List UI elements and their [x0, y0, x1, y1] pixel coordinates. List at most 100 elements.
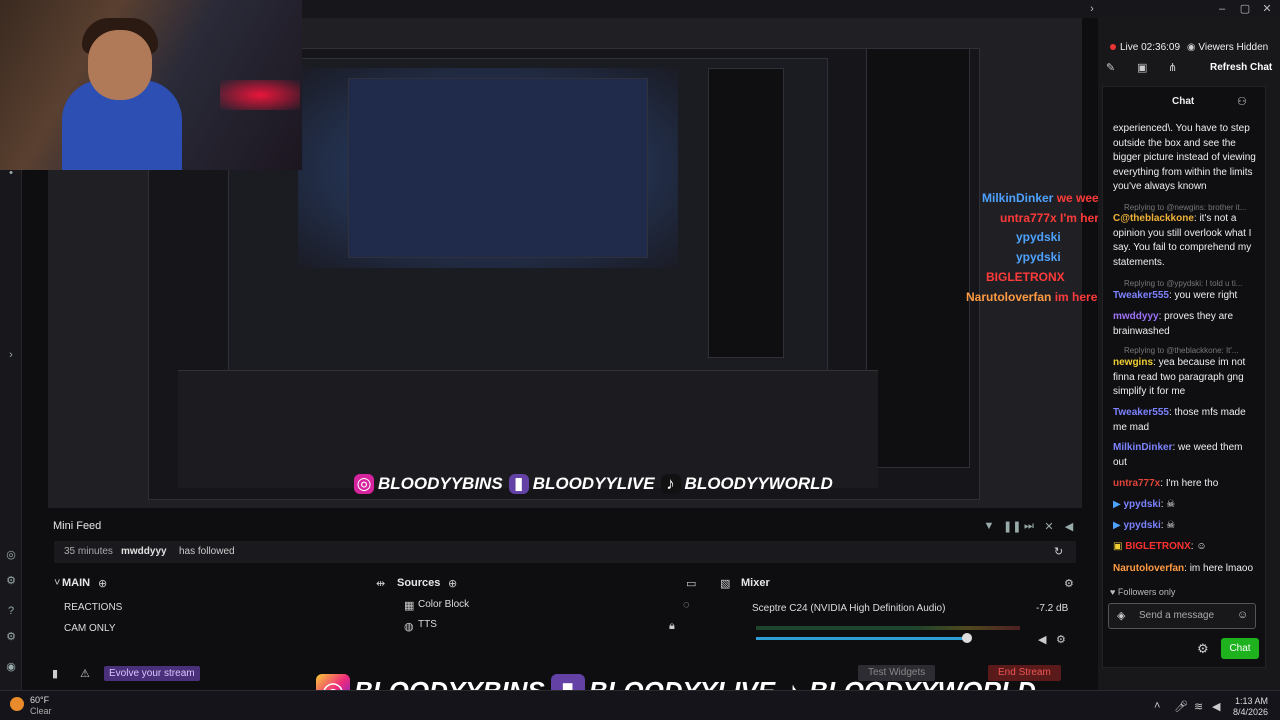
- refresh-chat-button[interactable]: Refresh Chat: [1210, 62, 1272, 73]
- add-source-icon[interactable]: ⊕: [448, 577, 457, 590]
- help-icon[interactable]: ?: [4, 604, 18, 618]
- mixer-title: Mixer: [741, 577, 770, 589]
- sun-icon: [10, 697, 24, 711]
- badge-icon: ▶: [1113, 520, 1121, 531]
- overlay-chat-line: ypydski: [1016, 230, 1061, 244]
- overlay-chat-line: ypydski: [1016, 250, 1061, 264]
- volume-icon[interactable]: ◀: [1212, 700, 1220, 713]
- split-icon[interactable]: ⇹: [376, 577, 385, 590]
- scene-item[interactable]: CAM ONLY: [54, 619, 384, 639]
- emote-picker-icon[interactable]: ☺: [1237, 609, 1248, 621]
- minifeed-event[interactable]: 35 minutes mwddyyy has followed ↻: [54, 541, 1076, 563]
- stats-icon[interactable]: ▮: [52, 667, 58, 680]
- chevron-down-icon[interactable]: ˅: [54, 577, 60, 589]
- chat-message: C@theblackkone: it's not a opinion you s…: [1113, 213, 1252, 268]
- alert-icon[interactable]: ⚠: [80, 667, 90, 680]
- lock-icon[interactable]: 🔒︎: [669, 620, 675, 633]
- chat-message: untra777x: I'm here tho: [1113, 478, 1219, 489]
- profile-icon[interactable]: ◉: [4, 660, 18, 674]
- message-user[interactable]: mwddyyy: [1113, 311, 1159, 322]
- visibility-icon[interactable]: ◌: [683, 599, 690, 611]
- chat-message: mwddyyy: proves they are brainwashed: [1113, 311, 1234, 337]
- source-item[interactable]: TTS: [396, 615, 686, 635]
- settings-icon[interactable]: ⚙: [4, 630, 18, 644]
- message-user[interactable]: ypydski: [1123, 520, 1160, 531]
- heart-icon: ♥: [1110, 587, 1116, 597]
- edit-icon[interactable]: ✎: [1106, 61, 1115, 74]
- chat-message: newgins: yea because im not finna read t…: [1113, 357, 1246, 397]
- mixer-db: -7.2 dB: [1036, 603, 1069, 614]
- message-user[interactable]: newgins: [1113, 357, 1153, 368]
- minifeed-title: Mini Feed: [53, 520, 102, 532]
- system-clock[interactable]: 1:13 AM 8/4/2026: [1233, 696, 1268, 718]
- gear-icon[interactable]: ⚙: [1197, 641, 1209, 657]
- message-text: experienced\. You have to step outside t…: [1113, 123, 1256, 192]
- nested-preview-3: [348, 78, 648, 258]
- reply-context: Replying to @theblackkone: It'...: [1124, 346, 1239, 355]
- themes-icon[interactable]: ⚙: [4, 574, 18, 588]
- message-user[interactable]: C@theblackkone: [1113, 213, 1194, 224]
- nested-docks: [178, 370, 878, 488]
- shield-icon[interactable]: ◈: [1117, 609, 1125, 622]
- message-user[interactable]: MilkinDinker: [1113, 442, 1172, 453]
- message-user[interactable]: BIGLETRONX: [1125, 541, 1191, 552]
- wifi-icon[interactable]: ≋: [1194, 700, 1203, 713]
- message-text: I'm here tho: [1165, 478, 1219, 489]
- chevron-right-icon[interactable]: ›: [4, 348, 18, 362]
- instagram-handle: BLOODYYBINS: [378, 474, 503, 493]
- share-icon[interactable]: ⋔: [1168, 61, 1177, 74]
- skip-icon[interactable]: ⏭: [1023, 520, 1035, 533]
- evolve-button[interactable]: Evolve your stream: [104, 666, 200, 681]
- followers-only-notice: ♥ Followers only: [1110, 587, 1175, 597]
- event-action: has followed: [179, 546, 235, 557]
- close-icon[interactable]: ✕: [1260, 2, 1274, 16]
- tiktok-icon: ♪: [660, 474, 681, 494]
- gear-icon[interactable]: ⚙: [1064, 577, 1074, 590]
- message-text: im here lmaoo: [1189, 563, 1254, 574]
- social-banner-small: ◎ BLOODYYBINS ▮ BLOODYYLIVE ♪ BLOODYYWORLD: [354, 474, 833, 494]
- chevron-up-icon[interactable]: ˄: [1154, 700, 1160, 712]
- dashboard-icon[interactable]: ▣: [1137, 61, 1147, 74]
- mixer-volume-slider[interactable]: [962, 633, 973, 643]
- speaker-icon[interactable]: ◀: [1038, 633, 1046, 646]
- mic-icon[interactable]: 🎤︎: [1174, 700, 1188, 713]
- chat-message: Tweaker555: those mfs made me mad: [1113, 407, 1246, 433]
- message-user[interactable]: Narutoloverfan: [1113, 563, 1184, 574]
- overlay-chat-line: BIGLETRONX: [986, 270, 1065, 284]
- message-user[interactable]: ypydski: [1123, 499, 1160, 510]
- minifeed-header: Mini Feed ▼ ❚❚ ⏭ ✕ ◀: [48, 516, 1082, 538]
- mixer-tool-icon[interactable]: ▭: [686, 577, 696, 590]
- chat-message: ▣ BIGLETRONX: ☺: [1113, 541, 1207, 552]
- live-dot: [1110, 44, 1116, 50]
- add-scene-icon[interactable]: ⊕: [98, 577, 107, 590]
- chat-send-button[interactable]: Chat: [1221, 638, 1259, 659]
- event-user[interactable]: mwddyyy: [121, 546, 167, 557]
- scene-collection-title[interactable]: MAIN: [62, 577, 90, 589]
- studio-icon[interactable]: ◎: [4, 548, 18, 562]
- chat-message: Tweaker555: you were right: [1113, 290, 1238, 301]
- chat-message: ▶ ypydski: ☠: [1113, 499, 1176, 510]
- twitch-handle: BLOODYYLIVE: [532, 474, 655, 493]
- volume-icon[interactable]: ◀: [1063, 520, 1075, 533]
- mixer-menu-icon[interactable]: ▧: [720, 577, 730, 590]
- nested-chat: [866, 48, 970, 468]
- source-item[interactable]: Color Block: [396, 595, 686, 615]
- gear-icon[interactable]: ⚙: [1056, 633, 1066, 646]
- scene-item[interactable]: REACTIONS: [54, 598, 384, 618]
- message-user[interactable]: Tweaker555: [1113, 290, 1169, 301]
- reply-context: Replying to @newgins: brother it...: [1124, 203, 1247, 212]
- message-user[interactable]: Tweaker555: [1113, 407, 1169, 418]
- chevron-right-icon[interactable]: ›: [1085, 2, 1099, 16]
- replay-icon[interactable]: ↻: [1054, 545, 1063, 558]
- badge-icon: ▣: [1113, 541, 1123, 552]
- maximize-icon[interactable]: ▢: [1238, 2, 1252, 16]
- filter-icon[interactable]: ▼: [983, 520, 995, 532]
- taskbar: [0, 690, 1280, 720]
- users-icon[interactable]: ⚇: [1237, 95, 1247, 108]
- message-user[interactable]: untra777x: [1113, 478, 1160, 489]
- minimize-icon[interactable]: –: [1215, 2, 1229, 16]
- pause-icon[interactable]: ❚❚: [1003, 520, 1021, 533]
- live-status: Live 02:36:09 ◉ Viewers Hidden: [1110, 42, 1268, 53]
- mute-icon[interactable]: ✕: [1043, 520, 1055, 533]
- mixer-meter: [756, 626, 1020, 630]
